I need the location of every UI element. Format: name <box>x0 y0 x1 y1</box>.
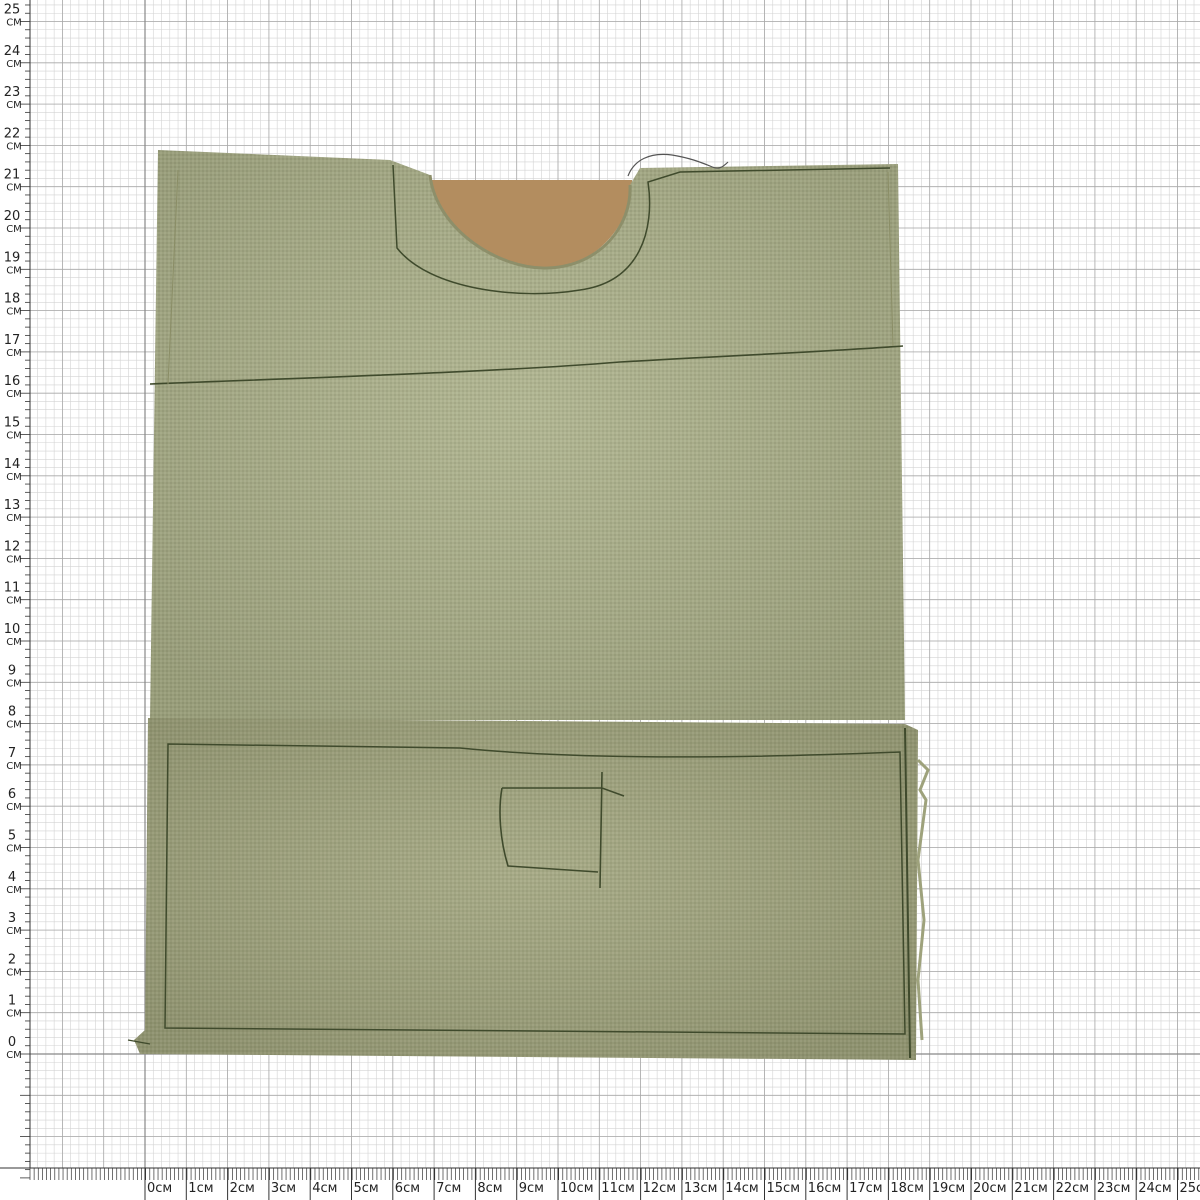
measurement-photo: 0 СМ 1 СМ 2 СМ 3 СМ 4 СМ 5 СМ 6 СМ 7 СМ 8 СМ 9 СМ 10 СМ 11 СМ 12… <box>0 0 1200 1200</box>
canvas-pouch <box>127 150 930 1060</box>
